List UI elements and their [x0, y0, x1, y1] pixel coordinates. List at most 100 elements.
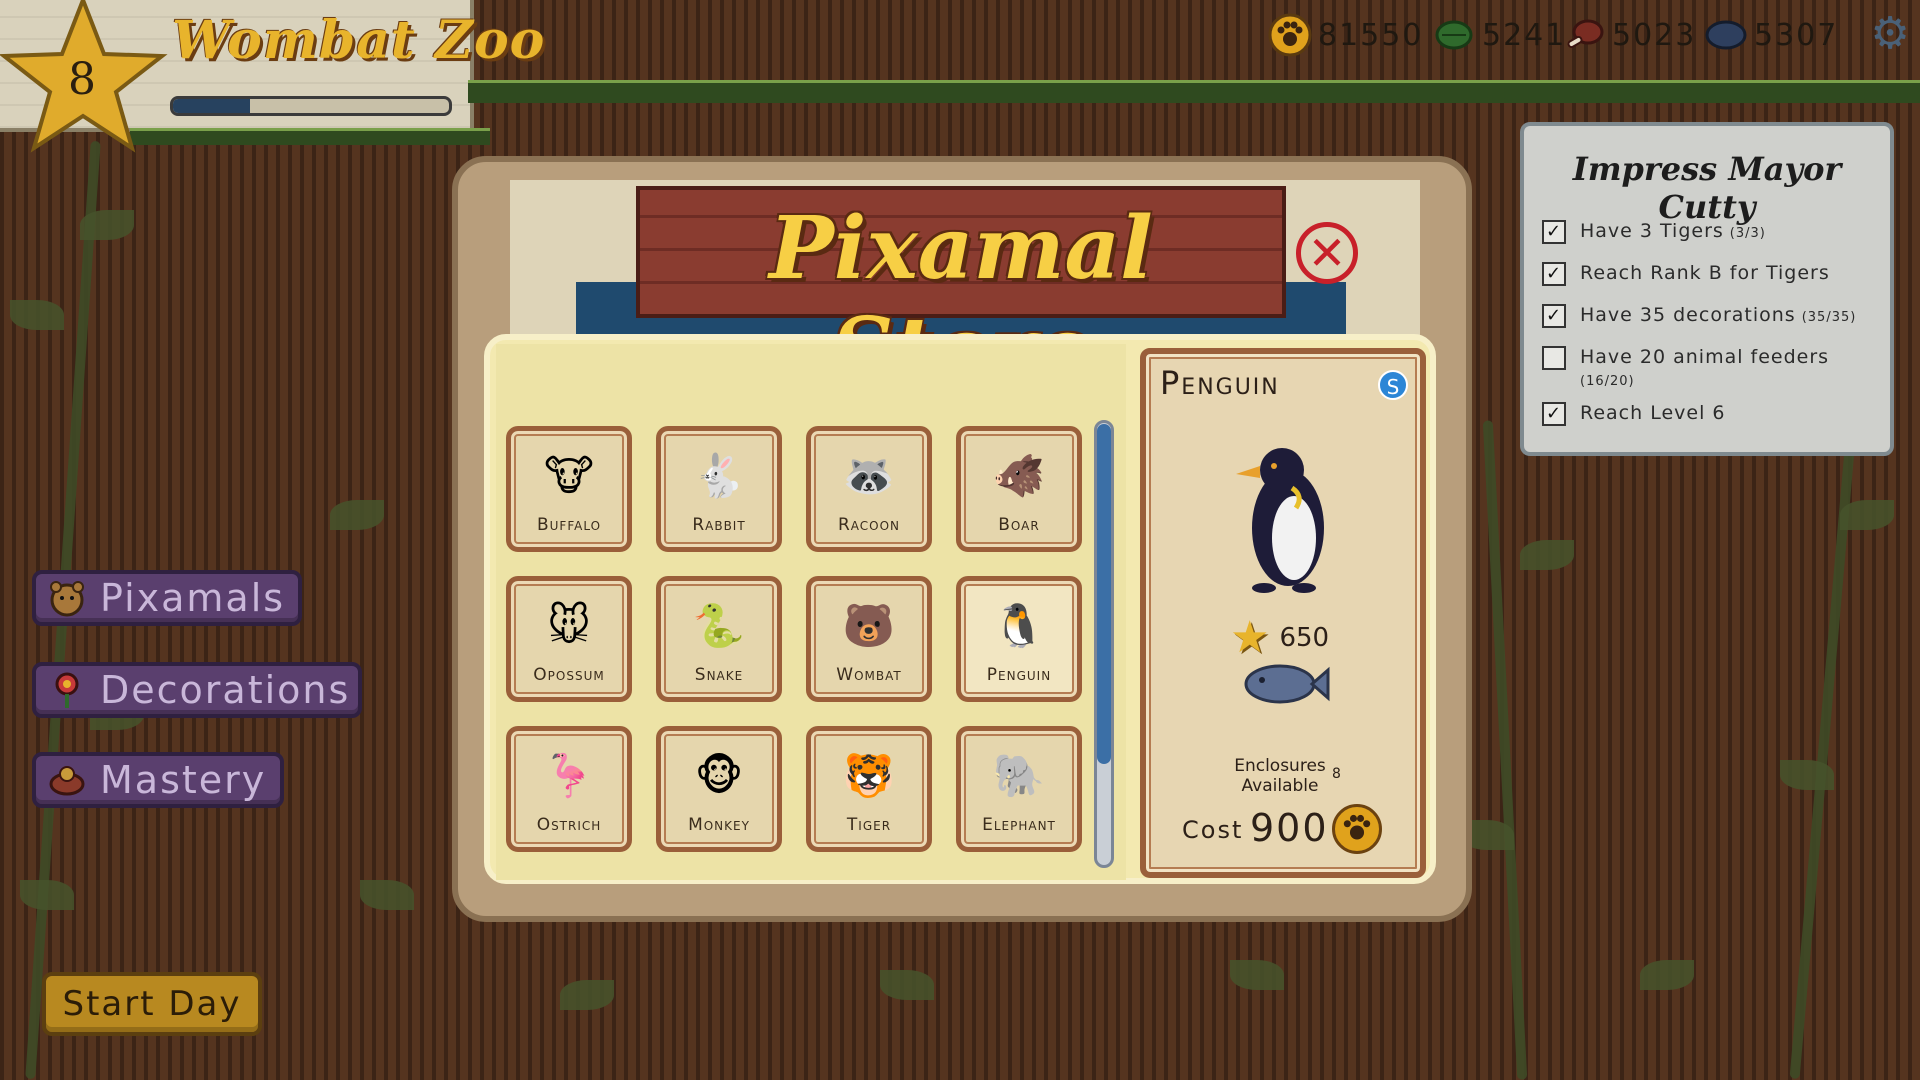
quest-item-progress: (3/3)	[1729, 226, 1766, 241]
animal-name: Penguin	[986, 665, 1052, 685]
animal-card-opossum[interactable]: 🐭 Opossum	[506, 576, 632, 702]
quest-item-label: Reach Level 6	[1580, 402, 1726, 424]
cost-label: Cost	[1182, 816, 1244, 844]
grid-scrollbar-thumb[interactable]	[1097, 424, 1111, 764]
quest-item-label: Have 20 animal feeders	[1580, 346, 1830, 368]
xp-progress-bar	[170, 96, 452, 116]
pixamal-face-icon	[46, 577, 88, 619]
quest-item-label: Have 35 decorations	[1580, 304, 1796, 326]
quest-item: ✓ Reach Rank B for Tigers	[1542, 262, 1830, 286]
animal-name: Rabbit	[692, 515, 746, 535]
quest-item-label: Reach Rank B for Tigers	[1580, 262, 1830, 284]
decorations-label: Decorations	[100, 668, 351, 712]
quest-title: Impress Mayor Cutty	[1572, 150, 1842, 226]
detail-animal-name: Penguin	[1160, 364, 1280, 402]
resource-leaves: 5241	[1432, 12, 1566, 58]
close-icon[interactable]: ✕	[1296, 222, 1358, 284]
rank-badge: S	[1378, 370, 1408, 400]
quest-item-progress: (16/20)	[1580, 374, 1635, 389]
ostrich-icon: 🦩	[542, 751, 596, 800]
pixamals-label: Pixamals	[100, 576, 286, 620]
store-sign: Pixamal Store	[636, 186, 1286, 400]
flower-icon	[46, 669, 88, 711]
animal-card-wombat[interactable]: 🐻 Wombat	[806, 576, 932, 702]
resource-fish: 5307	[1704, 12, 1838, 58]
animal-name: Opossum	[533, 665, 605, 685]
paw-coin-icon	[1268, 13, 1312, 57]
animal-name: Snake	[694, 665, 744, 685]
buffalo-icon: 🐮	[544, 451, 594, 500]
quest-panel: Impress Mayor Cutty ✓ Have 3 Tigers (3/3)…	[1520, 122, 1894, 456]
quest-checkbox: ✓	[1542, 262, 1566, 286]
elephant-icon: 🐘	[992, 751, 1046, 800]
monkey-icon: 🐵	[694, 751, 744, 800]
star-icon: ★	[1230, 612, 1270, 663]
animal-card-racoon[interactable]: 🦝 Racoon	[806, 426, 932, 552]
quest-checkbox: ✓	[1542, 220, 1566, 244]
mastery-label: Mastery	[100, 758, 267, 802]
resource-paws: 81550	[1268, 12, 1423, 58]
animal-name: Wombat	[836, 665, 902, 685]
penguin-sprite	[1236, 448, 1324, 593]
leaves-amount: 5241	[1482, 17, 1567, 53]
quest-checkbox: ✓	[1542, 304, 1566, 328]
quest-item: ✓ Have 3 Tigers (3/3)	[1542, 220, 1766, 244]
start-day-button[interactable]: Start Day	[42, 972, 262, 1036]
tiger-icon: 🐯	[842, 751, 896, 800]
animal-card-boar[interactable]: 🐗 Boar	[956, 426, 1082, 552]
fish-amount: 5307	[1754, 17, 1839, 53]
quest-checkbox	[1542, 346, 1566, 370]
quest-item-label: Have 3 Tigers	[1580, 220, 1724, 242]
animal-name: Boar	[998, 515, 1040, 535]
boar-icon: 🐗	[992, 451, 1046, 500]
animal-card-rabbit[interactable]: 🐇 Rabbit	[656, 426, 782, 552]
zoo-title: Wombat Zoo	[172, 10, 546, 71]
paw-coin-icon[interactable]	[1332, 804, 1382, 854]
penguin-icon: 🐧	[992, 601, 1046, 650]
mastery-icon	[46, 759, 88, 801]
animal-card-monkey[interactable]: 🐵 Monkey	[656, 726, 782, 852]
star-rating-row: ★ 650	[1230, 616, 1329, 660]
hedge-border	[468, 80, 1920, 103]
animal-name: Ostrich	[536, 815, 602, 835]
paws-amount: 81550	[1318, 17, 1424, 53]
mastery-button[interactable]: Mastery	[32, 752, 284, 808]
quest-item: ✓ Reach Level 6	[1542, 402, 1726, 426]
animal-name: Elephant	[982, 815, 1056, 835]
animal-detail-panel	[1140, 348, 1426, 878]
animal-name: Racoon	[837, 515, 901, 535]
quest-item-progress: (35/35)	[1801, 310, 1857, 325]
level-number: 8	[68, 54, 96, 105]
racoon-icon: 🦝	[842, 451, 896, 500]
leaf-food-icon	[1432, 15, 1476, 55]
enclosures-label: Enclosures Available	[1234, 756, 1326, 796]
rabbit-icon: 🐇	[692, 451, 746, 500]
animal-card-penguin[interactable]: 🐧 Penguin	[956, 576, 1082, 702]
gear-icon[interactable]: ⚙	[1868, 12, 1912, 56]
xp-progress-fill	[173, 99, 251, 113]
meat-amount: 5023	[1612, 17, 1697, 53]
meat-food-icon	[1562, 15, 1606, 55]
animal-name: Monkey	[688, 815, 750, 835]
animal-card-snake[interactable]: 🐍 Snake	[656, 576, 782, 702]
animal-card-elephant[interactable]: 🐘 Elephant	[956, 726, 1082, 852]
animal-grid: 🐮 Buffalo 🐇 Rabbit 🦝 Racoon 🐗 Boar 🐭 Opo…	[496, 344, 1126, 880]
animal-card-tiger[interactable]: 🐯 Tiger	[806, 726, 932, 852]
resource-meat: 5023	[1562, 12, 1696, 58]
quest-item: ✓ Have 35 decorations (35/35)	[1542, 304, 1856, 328]
star-value: 650	[1279, 623, 1330, 653]
cost-value: 900	[1250, 806, 1329, 850]
opossum-icon: 🐭	[547, 601, 591, 650]
wombat-icon: 🐻	[842, 601, 896, 650]
fish-food-icon	[1244, 664, 1330, 704]
animal-card-buffalo[interactable]: 🐮 Buffalo	[506, 426, 632, 552]
hedge-border	[130, 128, 490, 145]
snake-icon: 🐍	[692, 601, 746, 650]
animal-name: Buffalo	[536, 515, 602, 535]
quest-checkbox: ✓	[1542, 402, 1566, 426]
animal-name: Tiger	[846, 815, 892, 835]
enclosures-value: 8	[1332, 766, 1341, 782]
animal-card-ostrich[interactable]: 🦩 Ostrich	[506, 726, 632, 852]
pixamals-button[interactable]: Pixamals	[32, 570, 302, 626]
decorations-button[interactable]: Decorations	[32, 662, 362, 718]
